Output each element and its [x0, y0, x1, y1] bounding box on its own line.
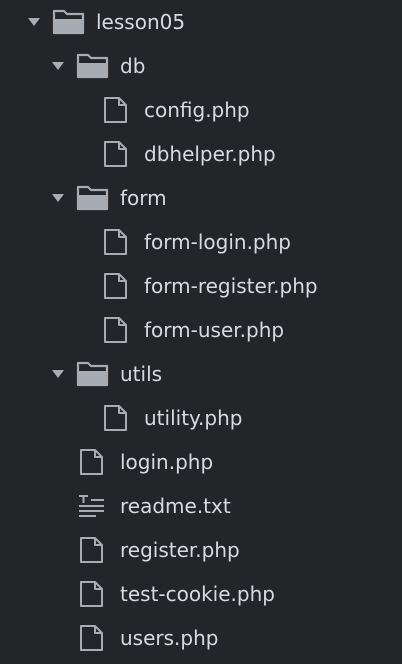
folder-label: form — [120, 186, 167, 210]
file-users-php[interactable]: users.php — [0, 616, 402, 660]
file-icon — [80, 581, 103, 607]
folder-utils[interactable]: utils — [0, 352, 402, 396]
chevron-down-icon[interactable] — [24, 12, 44, 32]
folder-open-icon — [52, 9, 85, 35]
file-label: dbhelper.php — [144, 142, 276, 166]
file-register-php[interactable]: register.php — [0, 528, 402, 572]
file-form-login-php[interactable]: form-login.php — [0, 220, 402, 264]
file-icon — [104, 97, 127, 123]
file-label: config.php — [144, 98, 250, 122]
file-label: readme.txt — [120, 494, 231, 518]
folder-label: utils — [120, 362, 163, 386]
file-label: users.php — [120, 626, 219, 650]
file-icon — [104, 229, 127, 255]
file-test-cookie-php[interactable]: test-cookie.php — [0, 572, 402, 616]
file-label: test-cookie.php — [120, 582, 275, 606]
file-label: form-user.php — [144, 318, 285, 342]
file-label: form-register.php — [144, 274, 318, 298]
file-icon — [80, 537, 103, 563]
file-utility-php[interactable]: utility.php — [0, 396, 402, 440]
file-form-register-php[interactable]: form-register.php — [0, 264, 402, 308]
folder-open-icon — [76, 185, 109, 211]
file-icon — [104, 405, 127, 431]
file-form-user-php[interactable]: form-user.php — [0, 308, 402, 352]
folder-open-icon — [76, 53, 109, 79]
file-dbhelper-php[interactable]: dbhelper.php — [0, 132, 402, 176]
file-icon — [80, 625, 103, 651]
file-label: form-login.php — [144, 230, 291, 254]
chevron-down-icon[interactable] — [48, 56, 68, 76]
folder-label: lesson05 — [96, 10, 186, 34]
file-tree: lesson05 db config.php dbhelper.php form… — [0, 0, 402, 664]
folder-db[interactable]: db — [0, 44, 402, 88]
file-icon — [104, 317, 127, 343]
folder-lesson05[interactable]: lesson05 — [0, 0, 402, 44]
text-file-icon — [79, 495, 104, 517]
folder-label: db — [120, 54, 146, 78]
file-icon — [104, 273, 127, 299]
file-icon — [80, 449, 103, 475]
file-readme-txt[interactable]: readme.txt — [0, 484, 402, 528]
file-config-php[interactable]: config.php — [0, 88, 402, 132]
chevron-down-icon[interactable] — [48, 188, 68, 208]
chevron-down-icon[interactable] — [48, 364, 68, 384]
file-login-php[interactable]: login.php — [0, 440, 402, 484]
file-label: utility.php — [144, 406, 243, 430]
folder-form[interactable]: form — [0, 176, 402, 220]
file-label: register.php — [120, 538, 240, 562]
file-label: login.php — [120, 450, 214, 474]
file-icon — [104, 141, 127, 167]
folder-open-icon — [76, 361, 109, 387]
